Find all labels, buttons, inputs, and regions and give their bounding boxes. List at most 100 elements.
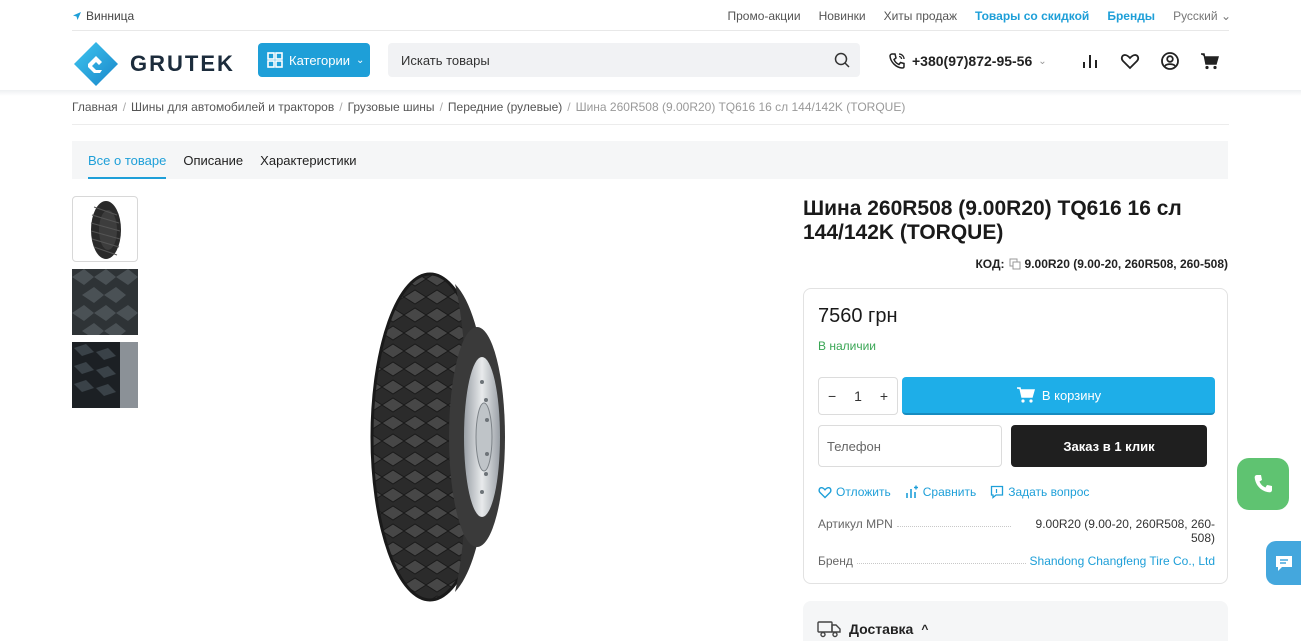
product-code: КОД: 9.00R20 (9.00-20, 260R508, 260-508) — [975, 257, 1228, 271]
truck-icon — [817, 621, 841, 638]
chevron-down-icon: ⌄ — [1038, 55, 1047, 67]
quantity-decrease-button[interactable]: − — [828, 388, 836, 404]
spec-row: Артикул MPN 9.00R20 (9.00-20, 260R508, 2… — [818, 517, 1215, 545]
cart-icon[interactable] — [1200, 51, 1220, 71]
product-main-image[interactable] — [360, 270, 510, 605]
delivery-section[interactable]: Доставка ^ — [803, 601, 1228, 641]
copy-icon[interactable] — [1009, 258, 1021, 270]
phone-field-wrapper — [818, 425, 1002, 467]
quantity-increase-button[interactable]: + — [880, 388, 888, 404]
wishlist-button[interactable]: Отложить — [818, 485, 891, 499]
nav-discounts[interactable]: Товары со скидкой — [975, 9, 1089, 23]
top-nav: Промо-акции Новинки Хиты продаж Товары с… — [727, 9, 1231, 23]
search-icon[interactable] — [834, 52, 850, 68]
breadcrumb-home[interactable]: Главная — [72, 100, 118, 114]
language-label: Русский — [1173, 9, 1218, 23]
product-price: 7560 грн — [818, 305, 898, 327]
nav-promo[interactable]: Промо-акции — [727, 9, 800, 23]
callback-button[interactable] — [1237, 458, 1289, 510]
heart-icon — [818, 486, 832, 499]
divider — [72, 124, 1229, 125]
spec-row: Бренд Shandong Changfeng Tire Co., Ltd — [818, 554, 1215, 568]
nav-brands[interactable]: Бренды — [1107, 9, 1155, 23]
buy-box: 7560 грн В наличии − 1 + В корзину Заказ… — [803, 288, 1228, 584]
breadcrumb-front-tires[interactable]: Передние (рулевые) — [448, 100, 562, 114]
wishlist-label: Отложить — [836, 485, 891, 499]
tire-photo-image — [72, 342, 138, 408]
location-arrow-icon — [73, 12, 81, 20]
breadcrumb-truck-tires[interactable]: Грузовые шины — [348, 100, 435, 114]
search-box — [388, 43, 860, 77]
tread-closeup-image — [72, 269, 138, 335]
divider — [72, 30, 1229, 31]
ask-question-button[interactable]: Задать вопрос — [990, 485, 1089, 499]
one-click-order-button[interactable]: Заказ в 1 клик — [1011, 425, 1207, 467]
product-thumbnail[interactable] — [72, 342, 138, 408]
city-label: Винница — [86, 9, 135, 23]
product-thumbnail[interactable] — [72, 269, 138, 335]
user-icon[interactable] — [1160, 51, 1180, 71]
top-bar: Винница Промо-акции Новинки Хиты продаж … — [0, 0, 1301, 32]
chevron-down-icon: ⌄ — [356, 54, 365, 66]
product-title: Шина 260R508 (9.00R20) TQ616 16 сл 144/1… — [803, 197, 1182, 244]
grid-icon — [267, 52, 283, 68]
chat-bubble-icon — [991, 485, 1004, 499]
tab-characteristics[interactable]: Характеристики — [260, 141, 356, 179]
spec-value: 9.00R20 (9.00-20, 260R508, 260-508) — [1035, 517, 1215, 545]
delivery-header[interactable]: Доставка ^ — [817, 620, 928, 638]
product-thumbnail[interactable] — [72, 196, 138, 262]
quantity-stepper[interactable]: − 1 + — [818, 377, 898, 415]
product-code-label: КОД: — [975, 257, 1005, 271]
compare-plus-icon — [905, 485, 918, 498]
product-actions: Отложить Сравнить Задать вопрос — [818, 485, 1089, 499]
compare-chart-icon[interactable] — [1080, 51, 1100, 71]
city-selector[interactable]: Винница — [72, 9, 134, 23]
breadcrumb-separator: / — [439, 100, 443, 114]
compare-label: Сравнить — [922, 485, 977, 499]
categories-label: Категории — [289, 52, 350, 68]
chat-widget-button[interactable] — [1266, 541, 1301, 585]
compare-button[interactable]: Сравнить — [905, 485, 976, 499]
add-to-cart-label: В корзину — [1041, 387, 1102, 403]
chat-icon — [1276, 556, 1292, 571]
spec-dots — [856, 554, 1026, 564]
spec-key: Артикул MPN — [818, 517, 893, 531]
search-input[interactable] — [388, 43, 818, 77]
availability-status: В наличии — [818, 339, 877, 353]
nav-bestsellers[interactable]: Хиты продаж — [884, 9, 957, 23]
logo[interactable]: GRUTEK — [72, 40, 235, 88]
nav-new[interactable]: Новинки — [819, 9, 866, 23]
categories-button[interactable]: Категории ⌄ — [258, 43, 370, 77]
chevron-down-icon: ⌄ — [1220, 9, 1231, 23]
logo-text: GRUTEK — [130, 51, 235, 76]
chevron-up-icon: ^ — [921, 622, 929, 636]
phone-field[interactable] — [819, 426, 1001, 466]
brand-link[interactable]: Shandong Changfeng Tire Co., Ltd — [1030, 554, 1215, 568]
header-icons — [1080, 51, 1220, 71]
ask-question-label: Задать вопрос — [1008, 485, 1090, 499]
tire-thumbnail-image — [90, 201, 121, 259]
tab-all-about[interactable]: Все о товаре — [88, 141, 167, 179]
breadcrumb-current: Шина 260R508 (9.00R20) TQ616 16 сл 144/1… — [575, 100, 906, 114]
breadcrumb-tires[interactable]: Шины для автомобилей и тракторов — [131, 100, 334, 114]
phone-number: +380(97)872-95-56 — [912, 53, 1033, 69]
spec-key: Бренд — [818, 554, 853, 568]
quantity-value[interactable]: 1 — [854, 388, 862, 404]
phone-icon — [889, 53, 905, 69]
tab-description[interactable]: Описание — [183, 141, 243, 179]
product-tabs: Все о товаре Описание Характеристики — [72, 141, 1228, 179]
breadcrumb: Главная / Шины для автомобилей и трактор… — [72, 100, 905, 114]
delivery-label: Доставка — [849, 621, 914, 637]
heart-icon[interactable] — [1120, 51, 1140, 71]
breadcrumb-separator: / — [567, 100, 571, 114]
spec-dots — [896, 517, 1011, 527]
cart-icon — [1016, 387, 1035, 403]
logo-mark-icon — [74, 42, 118, 86]
phone-icon — [1254, 475, 1272, 493]
header: GRUTEK Категории ⌄ +380(97)872-95-56 ⌄ — [0, 32, 1301, 90]
breadcrumb-separator: / — [339, 100, 343, 114]
add-to-cart-button[interactable]: В корзину — [902, 377, 1215, 415]
product-code-value: 9.00R20 (9.00-20, 260R508, 260-508) — [1024, 257, 1228, 271]
phone-dropdown[interactable]: +380(97)872-95-56 ⌄ — [888, 52, 1047, 70]
language-selector[interactable]: Русский ⌄ — [1173, 9, 1231, 23]
